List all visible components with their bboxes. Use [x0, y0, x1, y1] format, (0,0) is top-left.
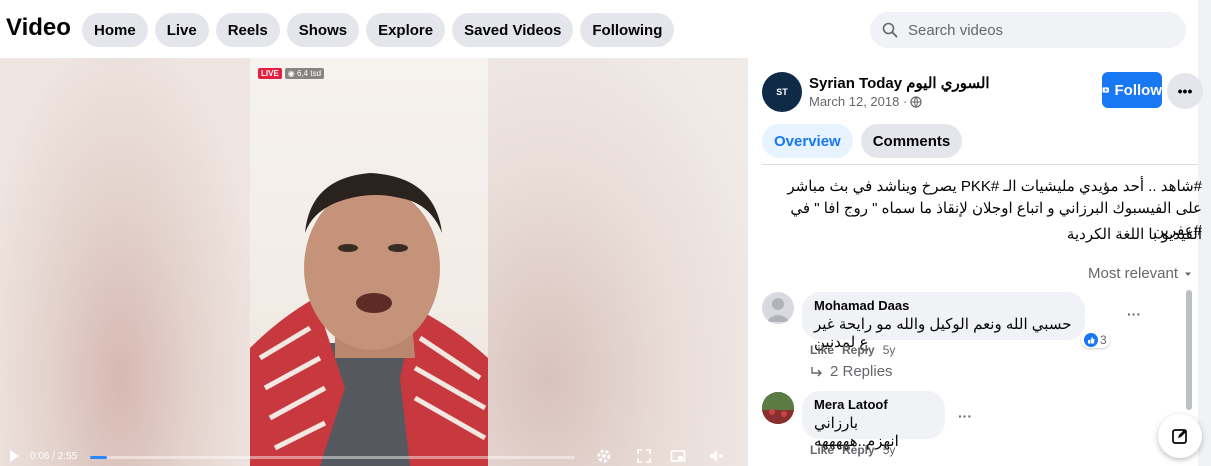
globe-icon [910, 95, 922, 108]
page-name[interactable]: Syrian Today السوري اليوم [809, 74, 990, 92]
app-title: Video [6, 14, 71, 41]
comment-sort-dropdown[interactable]: Most relevant [1088, 265, 1193, 282]
video-frame [250, 58, 488, 466]
search-icon [882, 22, 898, 38]
new-message-button[interactable] [1158, 414, 1202, 458]
nav-saved-videos[interactable]: Saved Videos [452, 13, 574, 47]
comment-actions: Like Reply 5y [810, 443, 895, 457]
comment-more-button[interactable]: ··· [958, 408, 972, 424]
like-link[interactable]: Like [810, 343, 834, 357]
live-indicator: LIVE ◉ 6,4 tsd [258, 68, 325, 79]
tab-comments[interactable]: Comments [860, 124, 963, 158]
reply-arrow-icon [811, 366, 822, 376]
video-progress-bar[interactable] [90, 456, 575, 459]
comment-avatar[interactable] [762, 392, 794, 424]
chevron-down-icon [1185, 272, 1192, 276]
video-person-image [250, 173, 488, 466]
comment-age: 5y [882, 443, 896, 457]
reaction-number: 3 [1100, 333, 1107, 347]
reply-link[interactable]: Reply [842, 343, 875, 357]
page-avatar-text: ST [776, 87, 788, 97]
video-nav: Home Live Reels Shows Explore Saved Vide… [82, 13, 675, 47]
top-navigation: Video Home Live Reels Shows Explore Save… [0, 0, 1211, 58]
follow-page-icon [1102, 87, 1109, 93]
post-more-button[interactable]: ••• [1167, 73, 1203, 109]
comment-actions: Like Reply 5y [810, 343, 895, 357]
live-badge: LIVE [258, 68, 282, 79]
nav-shows[interactable]: Shows [286, 13, 360, 47]
reaction-count[interactable]: 3 [1081, 332, 1110, 348]
nav-home[interactable]: Home [82, 13, 148, 47]
comment-bubble: Mohamad Daas حسبي الله ونعم الوكيل والله… [802, 292, 1085, 351]
sort-label: Most relevant [1088, 265, 1179, 282]
comment-bubble: Mera Latoof بارزاني انهزم..هههههه [802, 391, 945, 450]
pip-icon[interactable] [670, 448, 686, 464]
tab-overview[interactable]: Overview [762, 124, 853, 158]
default-avatar-icon [766, 298, 790, 322]
view-replies-link[interactable]: 2 Replies [810, 363, 893, 380]
video-controls: 0:06 / 2:55 [0, 448, 748, 466]
video-player[interactable]: LIVE ◉ 6,4 tsd 0:06 / 2:55 [0, 58, 748, 466]
comment-author[interactable]: Mohamad Daas [814, 298, 1073, 313]
compose-icon [1172, 429, 1187, 444]
nav-live[interactable]: Live [154, 13, 209, 47]
search-placeholder: Search videos [908, 21, 1004, 39]
post-date[interactable]: March 12, 2018 · [809, 94, 907, 109]
settings-gear-icon[interactable] [596, 448, 612, 464]
video-blur-background-right [488, 58, 748, 466]
viewer-count: ◉ 6,4 tsd [284, 68, 325, 79]
profile-photo-icon [762, 392, 794, 424]
tabs-divider [762, 164, 1198, 165]
nav-reels[interactable]: Reels [215, 13, 280, 47]
nav-following[interactable]: Following [580, 13, 675, 47]
comment-more-button[interactable]: ··· [1127, 306, 1141, 322]
follow-button[interactable]: Follow [1102, 72, 1162, 108]
search-input[interactable]: Search videos [870, 12, 1186, 48]
post-panel: ST Syrian Today السوري اليوم March 12, 2… [748, 58, 1203, 466]
fullscreen-icon[interactable] [636, 448, 652, 464]
reply-link[interactable]: Reply [842, 443, 875, 457]
nav-explore[interactable]: Explore [366, 13, 446, 47]
like-link[interactable]: Like [810, 443, 834, 457]
replies-label: 2 Replies [830, 363, 893, 380]
eye-icon: ◉ [287, 69, 295, 78]
video-progress-fill [90, 456, 108, 459]
play-icon[interactable] [10, 450, 19, 462]
viewer-count-value: 6,4 tsd [297, 69, 322, 78]
video-timecode: 0:06 / 2:55 [30, 451, 78, 462]
comment-age: 5y [882, 343, 896, 357]
follow-label: Follow [1114, 81, 1163, 99]
page-avatar[interactable]: ST [762, 72, 802, 112]
mute-icon[interactable] [708, 448, 724, 464]
post-meta: March 12, 2018 · [809, 94, 922, 109]
comments-scrollbar[interactable] [1186, 290, 1192, 410]
like-reaction-icon [1084, 333, 1098, 347]
post-description-line2: الفيديو با اللغة الكردية [1066, 226, 1202, 243]
comment-avatar[interactable] [762, 292, 794, 324]
video-blur-background-left [0, 58, 250, 466]
comment-author[interactable]: Mera Latoof [814, 397, 933, 412]
post-tabs: Overview Comments [762, 124, 963, 158]
